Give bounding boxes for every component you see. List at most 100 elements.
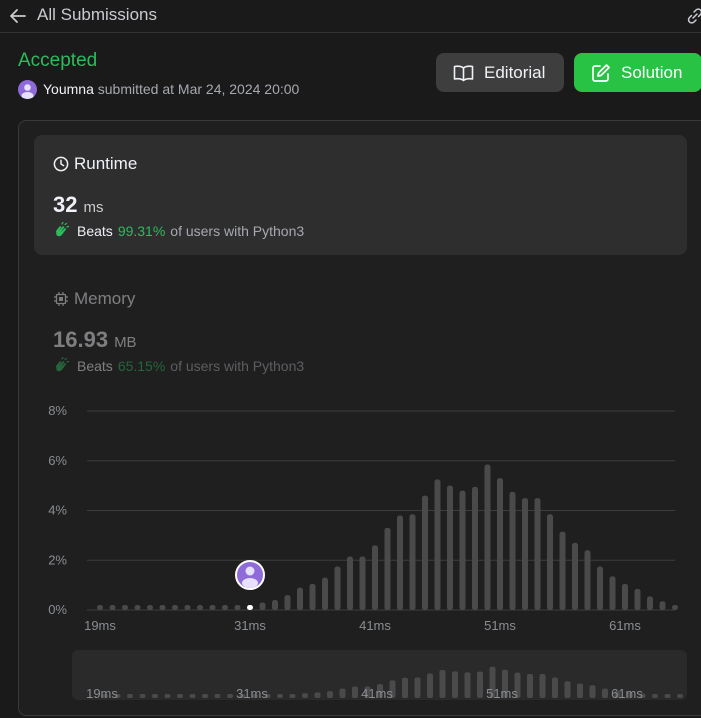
brush-tick-label: 41ms [361,686,393,700]
brush-tick-label: 61ms [611,686,643,700]
chart-bar [609,576,616,610]
chart-bar [422,495,428,610]
x-tick-label: 31ms [234,618,266,633]
chart-bar [534,498,541,610]
brush-bar [302,693,308,698]
brush-bar [477,671,483,698]
y-tick-label: 8% [48,403,67,418]
chart-bar [159,605,166,610]
memory-beats-percent: 65.15% [117,357,166,374]
chart-bar [584,550,591,610]
user-icon-body [242,578,258,588]
chart-bar [134,605,141,610]
brush-bar [352,686,358,698]
chart-bar [459,490,466,610]
chart-bar [634,588,641,610]
brush-bar [139,694,146,698]
chart-bar [472,486,478,610]
chart-bar [359,556,366,610]
brush-bar [277,694,283,698]
memory-beats-label: Beats [77,357,113,374]
cpu-chip-icon [54,292,68,306]
all-submissions-link[interactable]: All Submissions [37,5,157,25]
brush-bar [589,685,596,698]
chart-bar [209,605,216,610]
brush-bar [552,677,558,698]
submitted-line: Youmna submitted at Mar 24, 2024 20:00 [43,81,299,97]
chart-bar [509,491,516,610]
chart-bar [447,485,453,610]
y-tick-label: 2% [48,552,67,567]
chart-bar [284,595,291,610]
brush-bar [164,694,171,698]
brush-bar [564,681,571,698]
brush-bar [464,672,471,698]
edit-icon [592,63,610,82]
brush-bar [452,671,458,698]
runtime-value: 32 [53,192,78,217]
x-tick-label: 41ms [359,618,391,633]
brush-bar [439,670,446,698]
memory-unit: MB [114,334,137,351]
chart-bar [572,542,578,610]
brush-bar [127,694,133,698]
memory-title[interactable]: Memory [53,289,135,309]
memory-metric: 16.93 MB [53,327,137,353]
brush-tick-label: 31ms [236,686,268,700]
brush-bar [577,683,583,698]
runtime-beats-suffix: of users with Python3 [170,222,305,239]
chart-bar [484,464,491,610]
brush-bar [189,694,196,698]
user-avatar[interactable] [18,80,37,99]
chart-bar [272,600,278,610]
chart-bar [372,545,378,610]
chart-bar [334,566,341,610]
editorial-button[interactable]: Editorial [436,53,564,92]
chart-bar [597,566,603,610]
submitted-at-text: submitted at Mar 24, 2024 20:00 [97,81,300,97]
clapping-hands-icon [56,222,70,237]
user-position-marker [235,560,265,590]
brush-bar [414,677,421,698]
chart-bar [497,478,503,610]
chart-bar [659,601,666,610]
chart-bar [397,515,403,610]
username-link[interactable]: Youmna [43,81,94,97]
y-tick-label: 0% [48,602,67,617]
chart-bar [672,605,678,610]
brush-bar [652,694,658,698]
editorial-label: Editorial [484,62,546,82]
arrow-left-icon[interactable] [8,6,28,26]
chart-range-slider[interactable]: 19ms 31ms 41ms 51ms 61ms [72,650,687,700]
runtime-beats-percent: 99.31% [117,222,166,239]
brush-bar [152,694,158,698]
chart-bar [172,605,178,610]
chart-bar [322,577,328,610]
chart-bar [309,583,316,610]
solution-label: Solution [621,62,683,82]
solution-button[interactable]: Solution [574,53,701,92]
chart-bar [384,527,391,610]
chart-bar [147,605,153,610]
brush-bar [214,694,221,698]
chart-bar [347,556,353,610]
brush-bar [539,674,546,698]
runtime-beats: Beats 99.31% of users with Python3 [53,222,304,239]
x-tick-label: 61ms [609,618,641,633]
brush-tick-label: 19ms [86,686,118,700]
user-icon-head [245,566,255,576]
memory-beats-suffix: of users with Python3 [170,357,305,374]
brush-bar [177,694,183,698]
link-icon[interactable] [686,7,701,25]
chart-bar [234,605,241,610]
runtime-distribution-chart[interactable]: 0% 2% 4% 6% 8% 19ms 31ms 41ms 51ms 61ms [30,400,690,640]
runtime-title-text: Runtime [74,154,138,173]
brush-bar [402,677,408,698]
chart-bar [222,605,228,610]
chart-bar [197,605,203,610]
chart-bar [122,605,128,610]
runtime-metric: 32 ms [53,192,103,218]
chart-bar [184,605,191,610]
chart-bar [522,498,528,610]
brush-bar [677,694,683,698]
